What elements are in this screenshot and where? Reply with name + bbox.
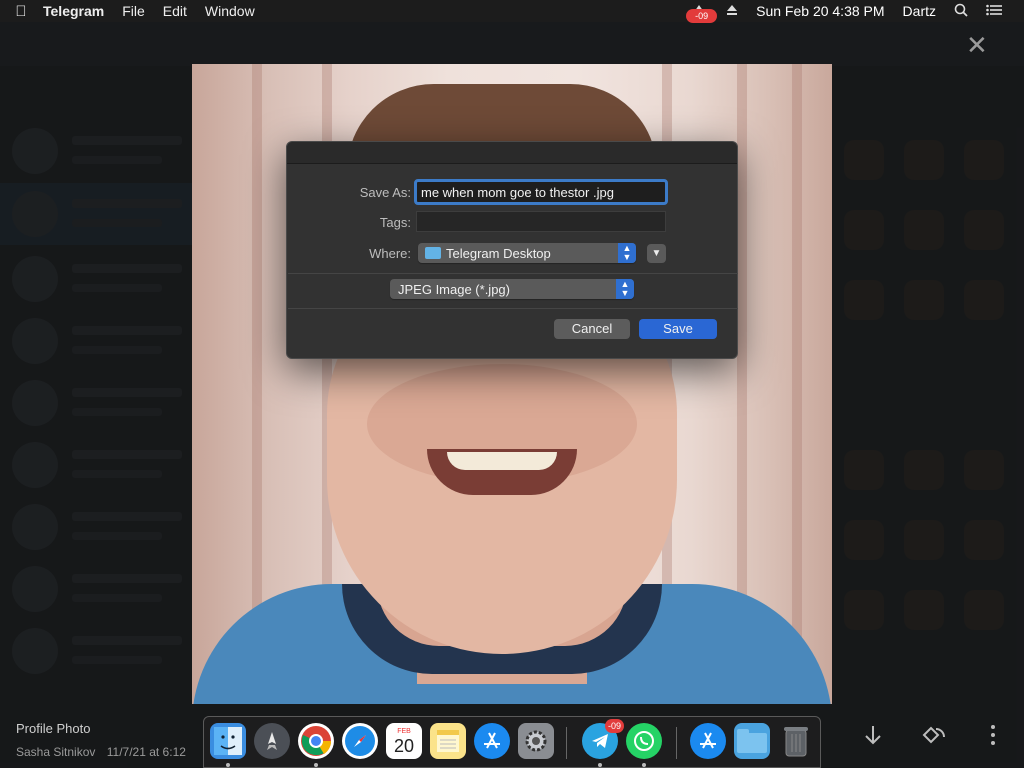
search-icon[interactable] bbox=[945, 3, 977, 20]
whatsapp-icon[interactable] bbox=[626, 723, 662, 759]
calendar-month: FEB bbox=[397, 727, 411, 735]
dialog-divider bbox=[288, 308, 738, 309]
status-badge: -09 bbox=[686, 8, 718, 23]
eject-icon[interactable] bbox=[717, 3, 747, 19]
list-icon[interactable] bbox=[977, 3, 1024, 19]
telegram-dock-icon[interactable]: -09 bbox=[582, 719, 624, 759]
caption-title: Profile Photo bbox=[16, 721, 91, 736]
menu-edit[interactable]: Edit bbox=[154, 3, 196, 19]
trash-icon[interactable] bbox=[778, 723, 814, 759]
cancel-button[interactable]: Cancel bbox=[554, 319, 630, 339]
folder-icon bbox=[425, 247, 441, 259]
menu-bar:  Telegram File Edit Window -09 Sun Feb … bbox=[0, 0, 1024, 23]
dialog-divider bbox=[288, 273, 738, 274]
finder-icon[interactable] bbox=[210, 723, 246, 759]
save-as-label: Save As: bbox=[359, 185, 411, 200]
format-value: JPEG Image (*.jpg) bbox=[398, 281, 510, 297]
notes-icon[interactable] bbox=[430, 723, 466, 759]
telegram-badge: -09 bbox=[604, 719, 624, 733]
where-label: Where: bbox=[369, 246, 411, 261]
apple-icon[interactable]:  bbox=[0, 3, 34, 20]
system-preferences-icon[interactable] bbox=[518, 723, 554, 759]
tags-label: Tags: bbox=[379, 215, 411, 230]
save-dialog: Save As: Tags: Where: Telegram Desktop ▲… bbox=[286, 141, 738, 359]
save-as-input[interactable] bbox=[414, 179, 668, 205]
dialog-titlebar bbox=[287, 142, 737, 164]
ios-indicator-icon[interactable]: -09 bbox=[681, 3, 718, 23]
close-icon[interactable]: ✕ bbox=[966, 32, 988, 58]
launchpad-icon[interactable] bbox=[254, 723, 290, 759]
calendar-day: 20 bbox=[393, 735, 415, 756]
downloads-folder-icon[interactable] bbox=[734, 723, 770, 759]
chevron-down-icon: ▼ bbox=[651, 248, 662, 259]
app-store-download-icon[interactable] bbox=[690, 723, 726, 759]
safari-icon[interactable] bbox=[342, 723, 378, 759]
where-popup[interactable]: Telegram Desktop ▲ ▼ bbox=[418, 243, 636, 263]
calendar-icon[interactable]: FEB 20 bbox=[386, 723, 422, 759]
save-button[interactable]: Save bbox=[639, 319, 717, 339]
more-icon[interactable] bbox=[985, 724, 1001, 752]
where-value: Telegram Desktop bbox=[446, 245, 551, 261]
caption-subtitle: Sasha Sitnikov 11/7/21 at 6:12 bbox=[16, 745, 186, 759]
dock: FEB 20 -09 bbox=[203, 716, 821, 768]
popup-stepper-icon: ▲ ▼ bbox=[616, 279, 634, 299]
chrome-icon[interactable] bbox=[298, 723, 334, 759]
menu-window[interactable]: Window bbox=[196, 3, 264, 19]
caption-author[interactable]: Sasha Sitnikov bbox=[16, 745, 95, 759]
caption-date: 11/7/21 at 6:12 bbox=[106, 745, 186, 759]
user-name[interactable]: Dartz bbox=[894, 3, 945, 19]
expand-button[interactable]: ▼ bbox=[647, 244, 666, 263]
rotate-icon[interactable] bbox=[920, 724, 948, 752]
tags-input[interactable] bbox=[416, 211, 666, 232]
app-store-icon[interactable] bbox=[474, 723, 510, 759]
menu-file[interactable]: File bbox=[113, 3, 154, 19]
format-popup[interactable]: JPEG Image (*.jpg) ▲ ▼ bbox=[390, 279, 634, 299]
clock[interactable]: Sun Feb 20 4:38 PM bbox=[747, 3, 893, 19]
popup-stepper-icon: ▲ ▼ bbox=[618, 243, 636, 263]
download-icon[interactable] bbox=[862, 724, 884, 752]
menu-app-name[interactable]: Telegram bbox=[34, 3, 113, 19]
